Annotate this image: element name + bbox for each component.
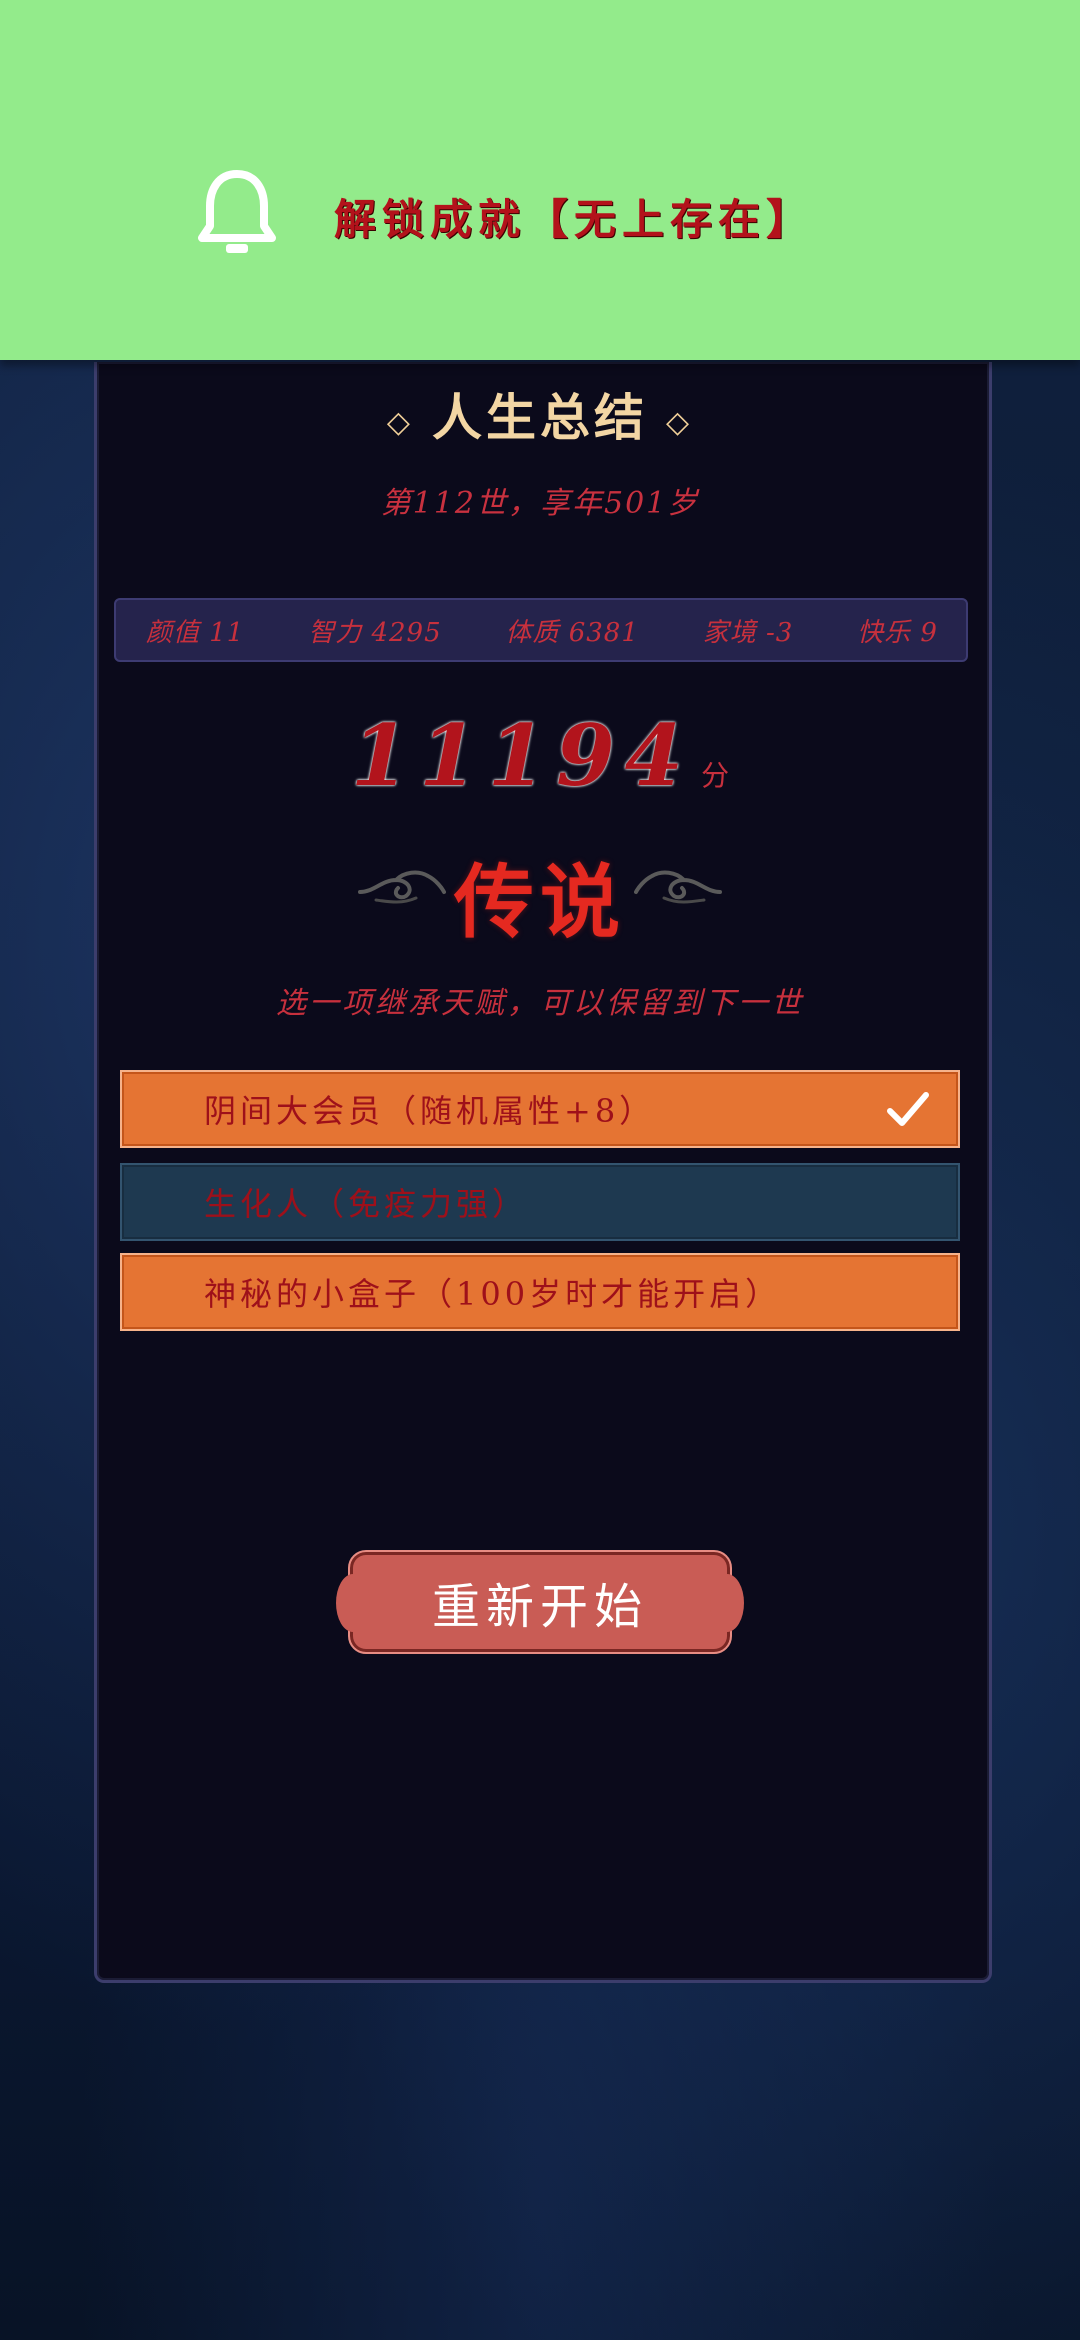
score-value: 11194 <box>350 706 694 805</box>
stat-intelligence: 智力 4295 <box>308 617 442 648</box>
inherit-hint: 选一项继承天赋，可以保留到下一世 <box>276 986 804 1021</box>
talent-option-label: 生化人（免疫力强） <box>204 1185 529 1223</box>
talent-option-label: 阴间大会员（随机属性+8） <box>204 1092 656 1130</box>
stats-bar: 颜值 11 智力 4295 体质 6381 家境 -3 快乐 9 <box>114 598 968 662</box>
diamond-left-icon: ◇ <box>386 404 414 440</box>
achievement-notification[interactable]: 解锁成就【无上存在】 <box>0 0 1080 360</box>
talent-option-1[interactable]: 阴间大会员（随机属性+8） <box>120 1070 960 1148</box>
talent-option-3[interactable]: 神秘的小盒子（100岁时才能开启） <box>120 1253 960 1331</box>
diamond-right-icon: ◇ <box>666 404 694 440</box>
cloud-right-icon <box>634 870 722 904</box>
restart-button-label: 重新开始 <box>431 1579 648 1635</box>
life-subtitle: 第112世，享年501岁 <box>380 486 700 521</box>
stat-family: 家境 -3 <box>702 617 794 648</box>
bell-icon <box>198 170 276 253</box>
stat-physique: 体质 6381 <box>505 617 639 648</box>
rank-text: 传说 <box>454 855 626 949</box>
rank: 传说 <box>0 838 1080 949</box>
talent-option-label: 神秘的小盒子（100岁时才能开启） <box>204 1275 782 1313</box>
restart-button[interactable]: 重新开始 <box>336 1550 744 1654</box>
score: 11194 分 <box>0 706 1080 805</box>
talent-option-2[interactable]: 生化人（免疫力强） <box>120 1163 960 1241</box>
checkmark-icon <box>887 1092 929 1126</box>
score-unit: 分 <box>701 759 730 792</box>
stat-appearance: 颜值 11 <box>146 617 245 648</box>
stat-happiness: 快乐 9 <box>857 617 938 648</box>
summary-title-text: 人生总结 <box>432 388 648 447</box>
notification-text: 解锁成就【无上存在】 <box>334 195 815 244</box>
summary-title: ◇ 人生总结 ◇ <box>0 378 1080 450</box>
